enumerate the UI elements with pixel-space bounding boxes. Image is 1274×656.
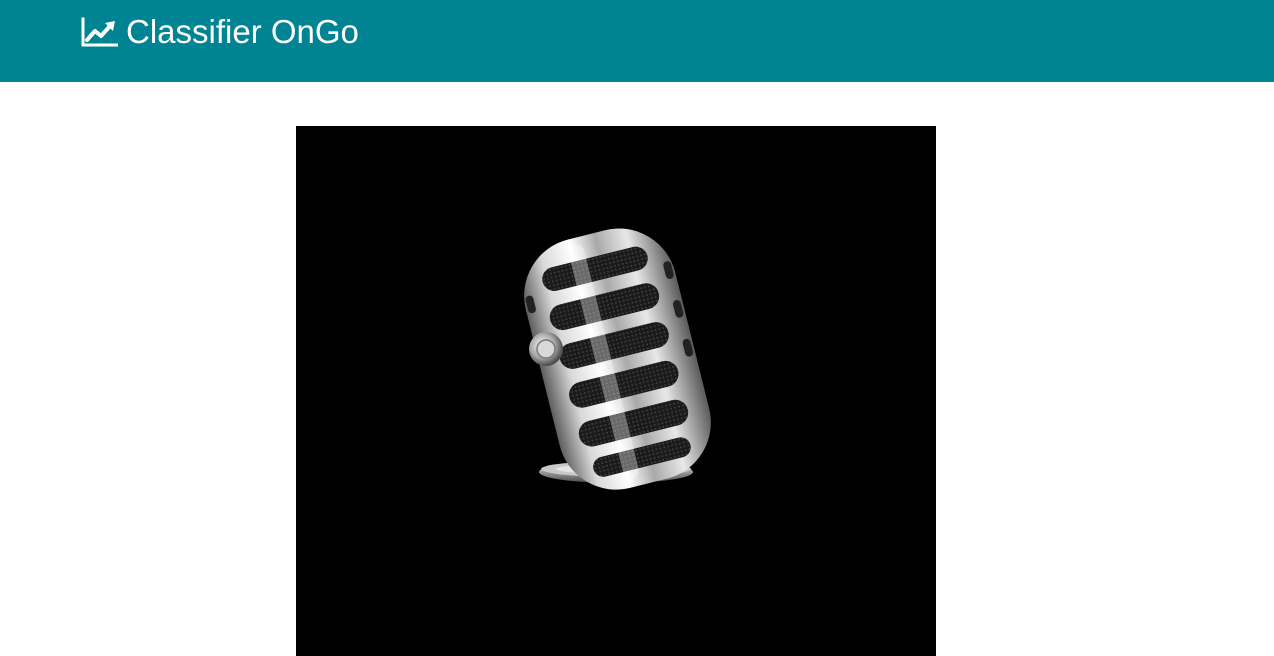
classified-image <box>296 126 936 656</box>
main-content <box>0 82 1274 656</box>
microphone-icon <box>524 228 711 490</box>
app-title: Classifier OnGo <box>126 13 359 50</box>
brand-link[interactable]: Classifier OnGo <box>81 13 359 51</box>
top-navbar: Classifier OnGo <box>0 0 1274 82</box>
line-chart-icon <box>81 17 119 47</box>
